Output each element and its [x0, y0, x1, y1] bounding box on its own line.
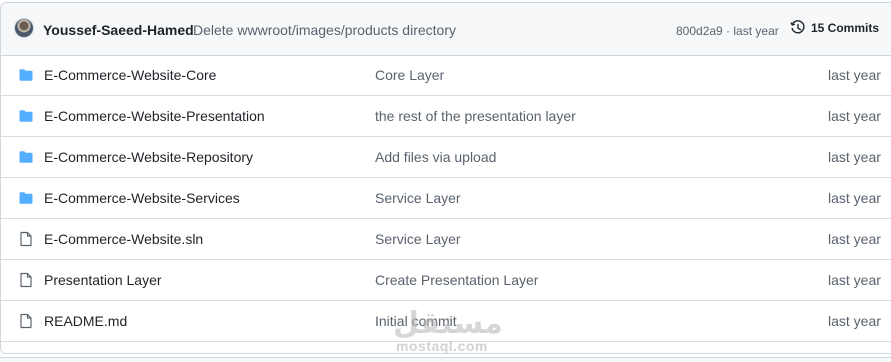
- file-row[interactable]: E-Commerce-Website-Repository Add files v…: [1, 137, 891, 178]
- history-icon: [790, 20, 805, 34]
- file-row[interactable]: E-Commerce-Website-Presentation the rest …: [1, 96, 891, 137]
- row-commit-message-link[interactable]: Service Layer: [375, 231, 461, 247]
- author-avatar[interactable]: [14, 18, 34, 38]
- next-panel-edge: [0, 357, 891, 362]
- folder-name-link[interactable]: E-Commerce-Website-Presentation: [44, 108, 265, 124]
- row-commit-age: last year: [828, 190, 881, 206]
- commits-count-label: 15 Commits: [811, 21, 880, 35]
- folder-icon: [18, 67, 34, 83]
- folder-icon: [18, 149, 34, 165]
- row-commit-age: last year: [828, 272, 881, 288]
- file-name-link[interactable]: README.md: [44, 313, 127, 329]
- file-icon: [18, 272, 34, 288]
- file-row[interactable]: README.md Initial commit last year: [1, 301, 891, 342]
- row-commit-message-link[interactable]: the rest of the presentation layer: [375, 108, 576, 124]
- file-row[interactable]: E-Commerce-Website-Services Service Layer…: [1, 178, 891, 219]
- folder-name-link[interactable]: E-Commerce-Website-Repository: [44, 149, 253, 165]
- row-commit-message-link[interactable]: Service Layer: [375, 190, 461, 206]
- file-name-link[interactable]: E-Commerce-Website.sln: [44, 231, 203, 247]
- row-commit-age: last year: [828, 149, 881, 165]
- row-commit-message-link[interactable]: Create Presentation Layer: [375, 272, 538, 288]
- folder-name-link[interactable]: E-Commerce-Website-Services: [44, 190, 240, 206]
- file-name-link[interactable]: Presentation Layer: [44, 272, 162, 288]
- latest-commit-bar: Youssef-Saeed-Hamed Delete wwwroot/image…: [1, 3, 891, 56]
- file-icon: [18, 231, 34, 247]
- row-commit-age: last year: [828, 67, 881, 83]
- file-row[interactable]: E-Commerce-Website.sln Service Layer last …: [1, 219, 891, 260]
- row-commit-message-link[interactable]: Initial commit: [375, 313, 457, 329]
- file-browser-panel: Youssef-Saeed-Hamed Delete wwwroot/image…: [0, 2, 891, 354]
- row-commit-age: last year: [828, 231, 881, 247]
- file-row[interactable]: E-Commerce-Website-Core Core Layer last ye…: [1, 55, 891, 96]
- commit-sha-time[interactable]: 800d2a9 · last year: [676, 24, 779, 38]
- commit-author-link[interactable]: Youssef-Saeed-Hamed: [43, 22, 194, 38]
- row-commit-age: last year: [828, 313, 881, 329]
- commit-message-link[interactable]: Delete wwwroot/images/products directory: [193, 22, 456, 38]
- folder-icon: [18, 190, 34, 206]
- commits-count-link[interactable]: 15 Commits: [790, 20, 879, 36]
- row-commit-age: last year: [828, 108, 881, 124]
- row-commit-message-link[interactable]: Add files via upload: [375, 149, 496, 165]
- row-commit-message-link[interactable]: Core Layer: [375, 67, 444, 83]
- file-row[interactable]: Presentation Layer Create Presentation La…: [1, 260, 891, 301]
- folder-name-link[interactable]: E-Commerce-Website-Core: [44, 67, 216, 83]
- file-icon: [18, 313, 34, 329]
- folder-icon: [18, 108, 34, 124]
